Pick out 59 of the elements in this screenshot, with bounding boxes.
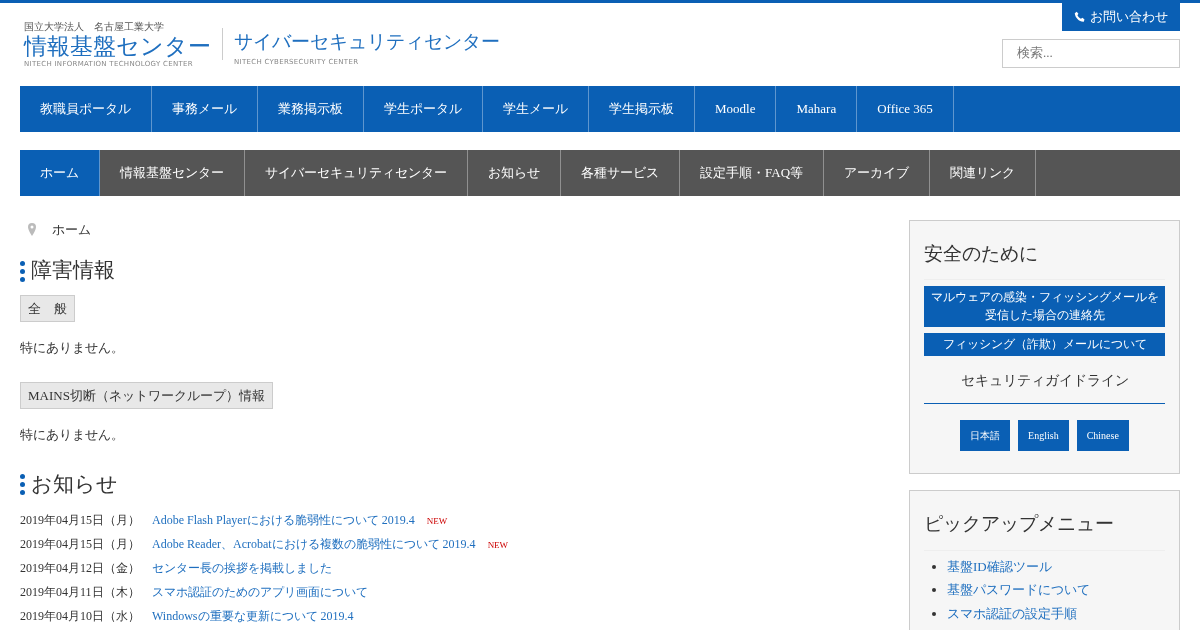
- bullet-icon: [932, 611, 936, 616]
- logo-title: サイバーセキュリティセンター: [234, 29, 500, 53]
- logo-title: 情報基盤センター: [24, 34, 211, 60]
- news-link[interactable]: センター長の挨拶を掲載しました: [152, 561, 332, 576]
- news-date: 2019年04月15日（月）: [20, 532, 152, 557]
- category-label: MAINS切断（ネットワークループ）情報: [20, 381, 273, 410]
- nav-tab[interactable]: 各種サービス: [561, 149, 680, 196]
- language-button[interactable]: 日本語: [960, 420, 1011, 452]
- nav-link[interactable]: 教職員ポータル: [20, 85, 152, 132]
- nav-tab[interactable]: 設定手順・FAQ等: [680, 149, 825, 196]
- nav-link[interactable]: Office 365: [857, 85, 954, 132]
- nav-tab[interactable]: 関連リンク: [930, 149, 1037, 196]
- news-link[interactable]: Adobe Reader、Acrobatにおける複数の脆弱性について 2019.4: [152, 537, 476, 552]
- news-link[interactable]: Windowsの重要な更新について 2019.4: [152, 609, 354, 624]
- location-pin-icon: [28, 223, 36, 237]
- new-label: NEW: [426, 516, 448, 527]
- category-label: 全 般: [20, 294, 75, 323]
- section-heading: お知らせ: [31, 470, 118, 498]
- bullet-icon: [932, 564, 936, 569]
- nav-tab[interactable]: ホーム: [20, 149, 100, 196]
- phone-icon: [1074, 10, 1086, 23]
- section-heading: 障害情報: [31, 257, 115, 285]
- nav-tab[interactable]: サイバーセキュリティセンター: [245, 149, 468, 196]
- language-button[interactable]: English: [1018, 420, 1069, 452]
- heading-marker-icon: [20, 474, 25, 496]
- org-label: 国立大学法人 名古屋工業大学: [24, 20, 165, 34]
- panel-title: ピックアップメニュー: [924, 509, 1165, 551]
- nav-link[interactable]: Moodle: [695, 85, 777, 132]
- status-text: 特にありません。: [20, 426, 125, 445]
- language-button[interactable]: Chinese: [1076, 420, 1129, 452]
- new-label: NEW: [487, 540, 509, 551]
- news-link[interactable]: Adobe Flash Playerにおける脆弱性について 2019.4: [152, 513, 415, 528]
- nav-tab[interactable]: お知らせ: [468, 149, 561, 196]
- news-date: 2019年04月15日（月）: [20, 508, 152, 533]
- nav-link[interactable]: 学生メール: [483, 85, 589, 132]
- guideline-heading: セキュリティガイドライン: [924, 362, 1165, 405]
- pickup-link[interactable]: スマホ認証の設定手順: [947, 603, 1077, 624]
- nav-link[interactable]: 学生掲示板: [589, 85, 695, 132]
- bullet-icon: [932, 588, 936, 593]
- nav-link[interactable]: Mahara: [776, 85, 858, 132]
- pickup-link[interactable]: 基盤ID確認ツール: [947, 556, 1052, 577]
- status-text: 特にありません。: [20, 339, 125, 358]
- nav-tab[interactable]: アーカイブ: [824, 149, 931, 196]
- nav-tab[interactable]: 情報基盤センター: [100, 149, 245, 196]
- contact-button[interactable]: お問い合わせ: [1062, 3, 1180, 31]
- sidebar-link-button[interactable]: マルウェアの感染・フィッシングメールを受信した場合の連絡先: [924, 286, 1165, 328]
- search-field[interactable]: 検索...: [1002, 38, 1180, 68]
- sidebar-link-button[interactable]: フィッシング（詐欺）メールについて: [924, 333, 1165, 357]
- heading-marker-icon: [20, 260, 25, 282]
- panel-title: 安全のために: [924, 238, 1165, 281]
- pickup-link[interactable]: 基盤パスワードについて: [947, 580, 1090, 600]
- news-date: 2019年04月11日（木）: [20, 584, 141, 602]
- nav-link[interactable]: 学生ポータル: [364, 85, 483, 132]
- nav-link[interactable]: 業務掲示板: [258, 85, 364, 132]
- breadcrumb-link[interactable]: ホーム: [52, 219, 91, 240]
- news-date: 2019年04月10日（水）: [20, 604, 152, 629]
- nav-link[interactable]: 事務メール: [152, 85, 258, 132]
- news-link[interactable]: スマホ認証のためのアプリ画面について: [152, 585, 368, 600]
- news-date: 2019年04月12日（金）: [20, 556, 152, 581]
